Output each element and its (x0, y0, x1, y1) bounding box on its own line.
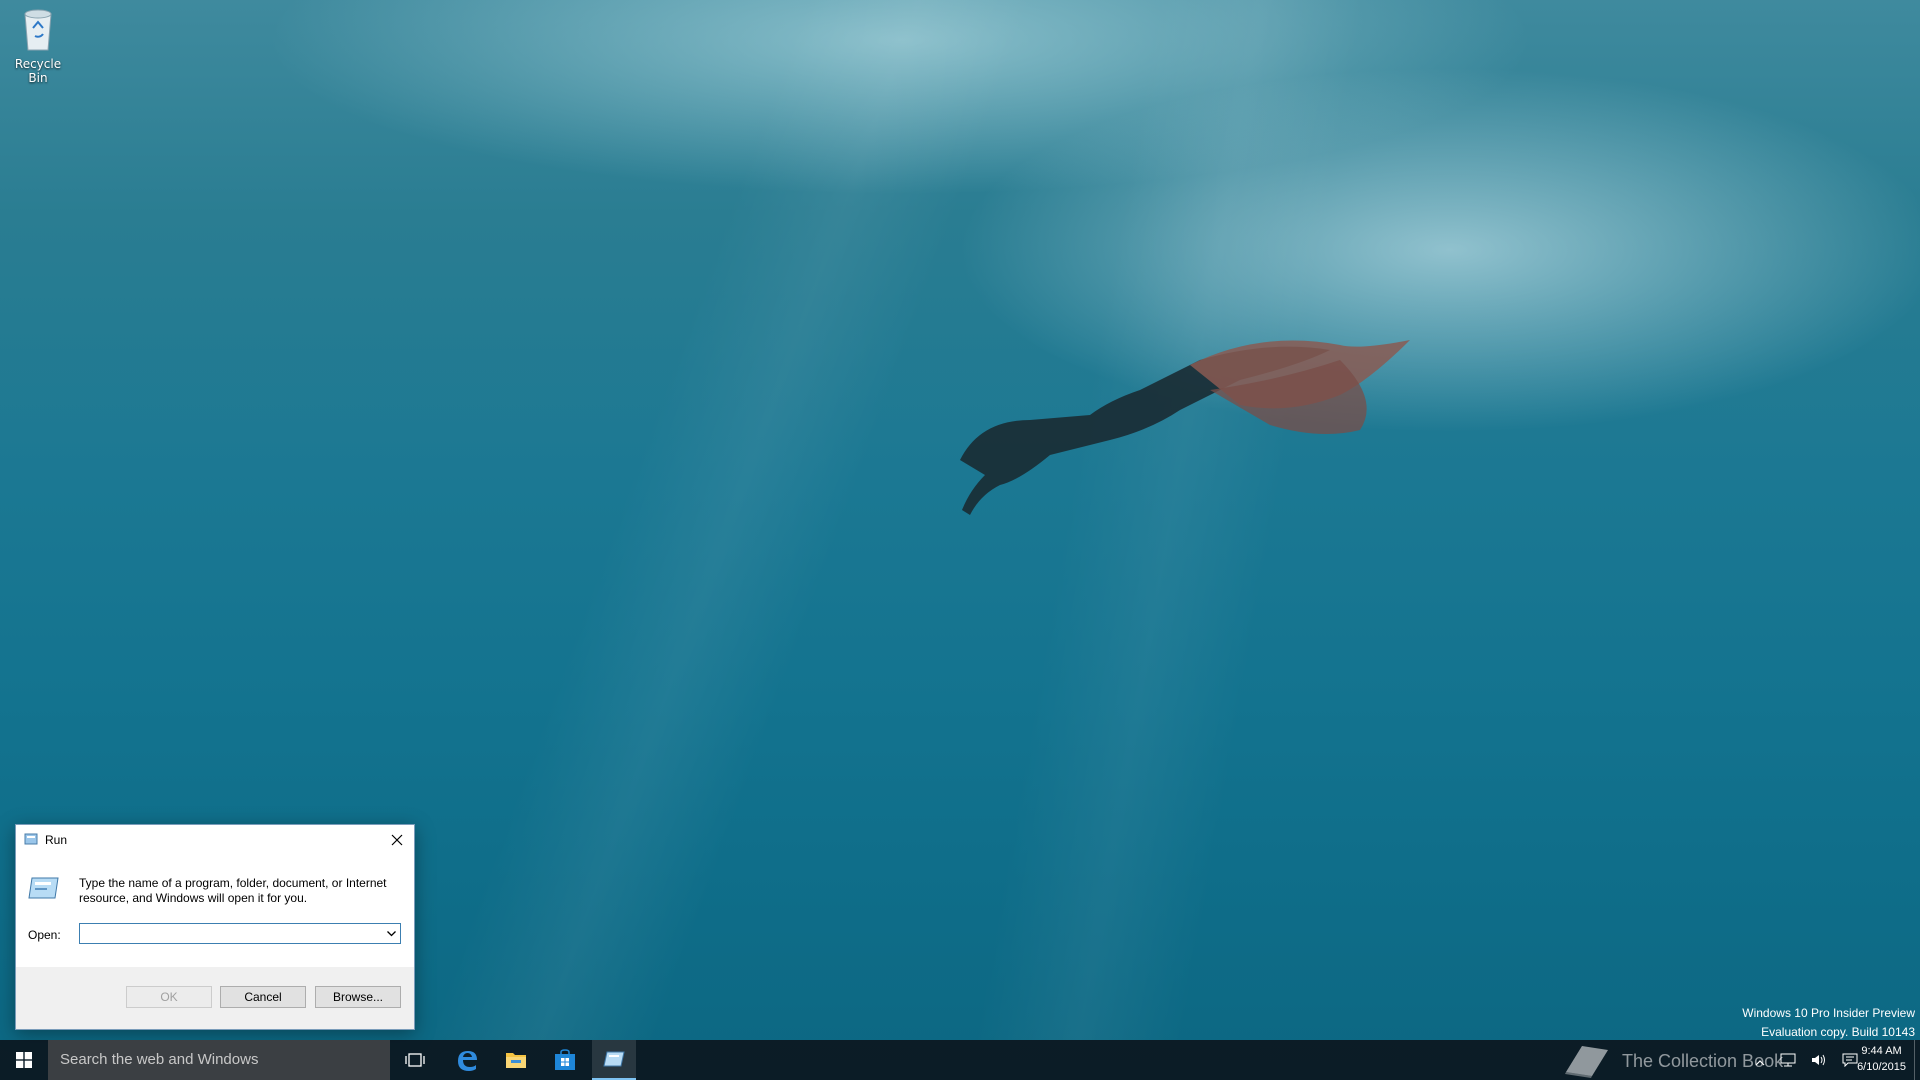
dropdown-button[interactable] (384, 926, 398, 941)
run-icon (24, 833, 38, 845)
action-center-icon (1842, 1053, 1858, 1068)
file-explorer-icon (506, 1053, 526, 1068)
desktop-icon-recycle-bin[interactable]: Recycle Bin (4, 6, 72, 85)
task-view-button[interactable] (395, 1040, 435, 1080)
recycle-bin-icon (24, 9, 52, 51)
taskbar-store[interactable] (543, 1040, 587, 1080)
dialog-description: Type the name of a program, folder, docu… (79, 876, 387, 905)
clock[interactable]: 9:44 AM 6/10/2015 (1857, 1043, 1906, 1075)
store-icon (555, 1049, 575, 1070)
search-box[interactable]: Search the web and Windows (48, 1040, 390, 1080)
edge-icon (458, 1051, 477, 1071)
volume-button[interactable] (1811, 1052, 1827, 1071)
action-center-button[interactable] (1842, 1052, 1858, 1071)
close-button[interactable] (380, 825, 414, 855)
desktop-icon-label: Recycle Bin (14, 57, 62, 85)
clock-time: 9:44 AM (1861, 1045, 1902, 1057)
taskbar-run-dialog[interactable] (592, 1040, 636, 1080)
open-label: Open: (28, 928, 61, 942)
cancel-button[interactable]: Cancel (220, 986, 306, 1008)
watermark-line-1: Windows 10 Pro Insider Preview (1742, 1006, 1915, 1020)
chevron-down-icon (386, 930, 396, 936)
close-icon (391, 834, 403, 846)
chevron-up-icon (1755, 1060, 1765, 1066)
dialog-title: Run (45, 833, 68, 847)
tray-icons (1755, 1052, 1868, 1068)
network-icon (1780, 1053, 1796, 1067)
run-dialog: Run Type the name of a program, folder, … (15, 824, 415, 1030)
dialog-titlebar[interactable]: Run (16, 825, 414, 855)
show-hidden-icons-button[interactable] (1755, 1052, 1765, 1071)
build-watermark: Windows 10 Pro Insider Preview Evaluatio… (1742, 1004, 1915, 1042)
taskbar-file-explorer[interactable] (494, 1040, 538, 1080)
system-tray: The Collection Book 9:44 AM 6/10/2015 (1400, 1040, 1920, 1080)
network-button[interactable] (1780, 1052, 1796, 1071)
ok-button[interactable]: OK (126, 986, 212, 1008)
search-placeholder: Search the web and Windows (60, 1051, 259, 1068)
run-large-icon (28, 877, 59, 899)
windows-logo-icon (16, 1052, 32, 1068)
wallpaper-diver (960, 340, 1410, 515)
run-icon (603, 1051, 625, 1067)
clock-date: 6/10/2015 (1857, 1061, 1906, 1073)
book-logo-icon (1565, 1046, 1608, 1078)
dialog-footer: OK Cancel Browse... (16, 967, 414, 1029)
start-button[interactable] (0, 1040, 48, 1080)
browse-button[interactable]: Browse... (315, 986, 401, 1008)
taskbar-edge[interactable] (445, 1040, 489, 1080)
show-desktop-button[interactable] (1914, 1040, 1920, 1080)
open-input[interactable] (80, 924, 378, 943)
volume-icon (1812, 1054, 1826, 1066)
open-combobox[interactable] (79, 923, 401, 944)
task-view-icon (405, 1053, 425, 1067)
